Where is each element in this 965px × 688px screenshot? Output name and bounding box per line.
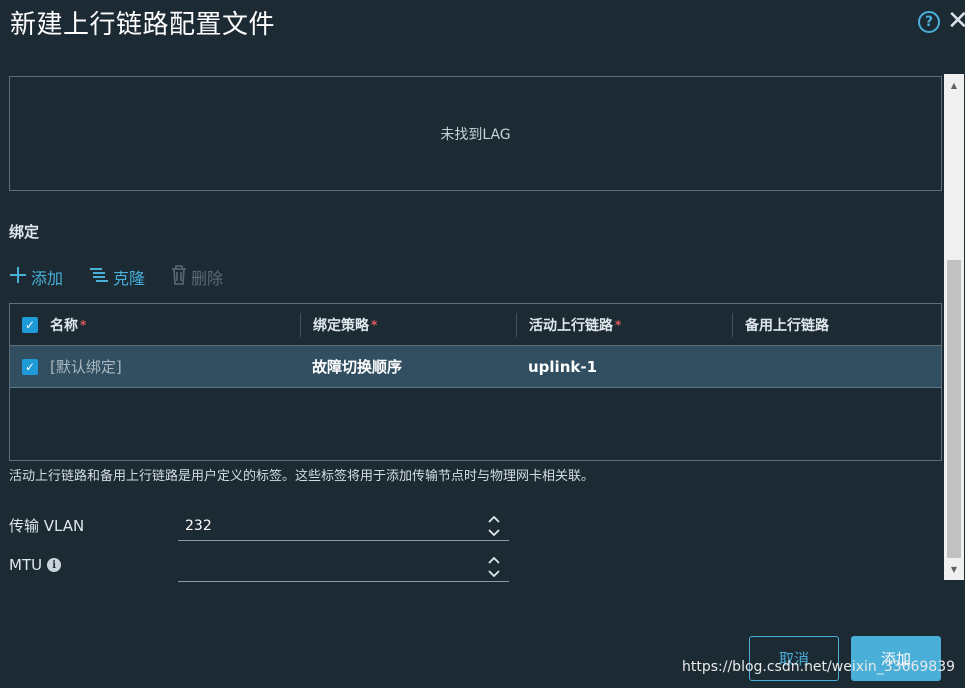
clone-icon <box>89 267 109 287</box>
clone-teaming-label: 克隆 <box>113 269 146 288</box>
lag-list-empty: 未找到LAG <box>9 76 942 191</box>
column-header-standby-label: 备用上行链路 <box>745 317 829 334</box>
delete-teaming-label: 删除 <box>191 269 224 288</box>
column-header-active-label: 活动上行链路 <box>529 317 613 334</box>
plus-icon <box>9 266 27 288</box>
add-teaming-label: 添加 <box>31 269 64 288</box>
row-standby-uplinks[interactable] <box>732 346 941 387</box>
scroll-up-arrow-icon[interactable]: ▲ <box>944 76 964 94</box>
teaming-heading: 绑定 <box>9 223 40 241</box>
row-policy[interactable]: 故障切换顺序 <box>300 346 516 387</box>
select-all-checkbox[interactable]: ✓ <box>22 316 38 333</box>
spinner-arrows-icon[interactable] <box>487 555 501 579</box>
lag-empty-text: 未找到LAG <box>440 126 511 143</box>
delete-teaming-button[interactable]: 删除 <box>171 265 223 289</box>
clone-teaming-button[interactable]: 克隆 <box>89 265 145 289</box>
teaming-table: ✓ 名称 * 绑定策略 * 活动上行链路 * 备用上行链路 ✓ [默认绑定] 故障切换… <box>9 303 942 461</box>
spinner-arrows-icon[interactable] <box>487 514 501 538</box>
row-name: [默认绑定] <box>50 358 122 376</box>
required-marker: * <box>371 317 378 332</box>
column-header-policy-label: 绑定策略 <box>313 317 369 334</box>
transport-vlan-label-text: 传输 VLAN <box>9 517 85 535</box>
row-select-cell: ✓ <box>10 346 50 387</box>
add-teaming-button[interactable]: 添加 <box>9 265 63 289</box>
transport-vlan-label: 传输 VLAN <box>9 515 84 536</box>
info-icon[interactable]: i <box>47 558 62 572</box>
transport-vlan-input[interactable] <box>185 515 465 537</box>
scroll-thumb[interactable] <box>947 260 961 558</box>
transport-vlan-stepper <box>178 511 509 541</box>
new-uplink-profile-dialog: 新建上行链路配置文件 ? ✕ 未找到LAG 绑定 添加 克隆 删除 ✓ 名称 *… <box>0 0 965 688</box>
dialog-title: 新建上行链路配置文件 <box>10 10 276 40</box>
column-header-active[interactable]: 活动上行链路 * <box>516 312 732 337</box>
column-header-standby[interactable]: 备用上行链路 <box>732 312 941 337</box>
column-header-name[interactable]: 名称 * <box>50 304 300 345</box>
row-checkbox[interactable]: ✓ <box>22 358 38 375</box>
vertical-scrollbar[interactable]: ▲ ▼ <box>944 74 964 580</box>
close-icon[interactable]: ✕ <box>947 6 965 36</box>
table-row[interactable]: ✓ [默认绑定] 故障切换顺序 uplink-1 <box>10 346 941 388</box>
watermark: https://blog.csdn.net/weixin_33669839 <box>682 659 956 675</box>
teaming-toolbar: 添加 克隆 删除 <box>9 262 249 292</box>
teaming-note: 活动上行链路和备用上行链路是用户定义的标签。这些标签将用于添加传输节点时与物理网… <box>9 469 595 484</box>
scroll-down-arrow-icon[interactable]: ▼ <box>944 560 964 578</box>
select-all-cell: ✓ <box>10 304 50 345</box>
column-header-policy[interactable]: 绑定策略 * <box>300 312 516 337</box>
mtu-label: MTU i <box>9 556 62 574</box>
required-marker: * <box>615 317 622 332</box>
column-header-name-label: 名称 <box>50 317 78 334</box>
required-marker: * <box>80 317 87 332</box>
mtu-input[interactable] <box>185 556 465 578</box>
table-header: ✓ 名称 * 绑定策略 * 活动上行链路 * 备用上行链路 <box>10 304 941 346</box>
help-icon[interactable]: ? <box>918 11 940 33</box>
mtu-stepper <box>178 552 509 582</box>
trash-icon <box>171 265 187 289</box>
row-active-uplinks[interactable]: uplink-1 <box>516 346 732 387</box>
mtu-label-text: MTU <box>9 556 43 574</box>
